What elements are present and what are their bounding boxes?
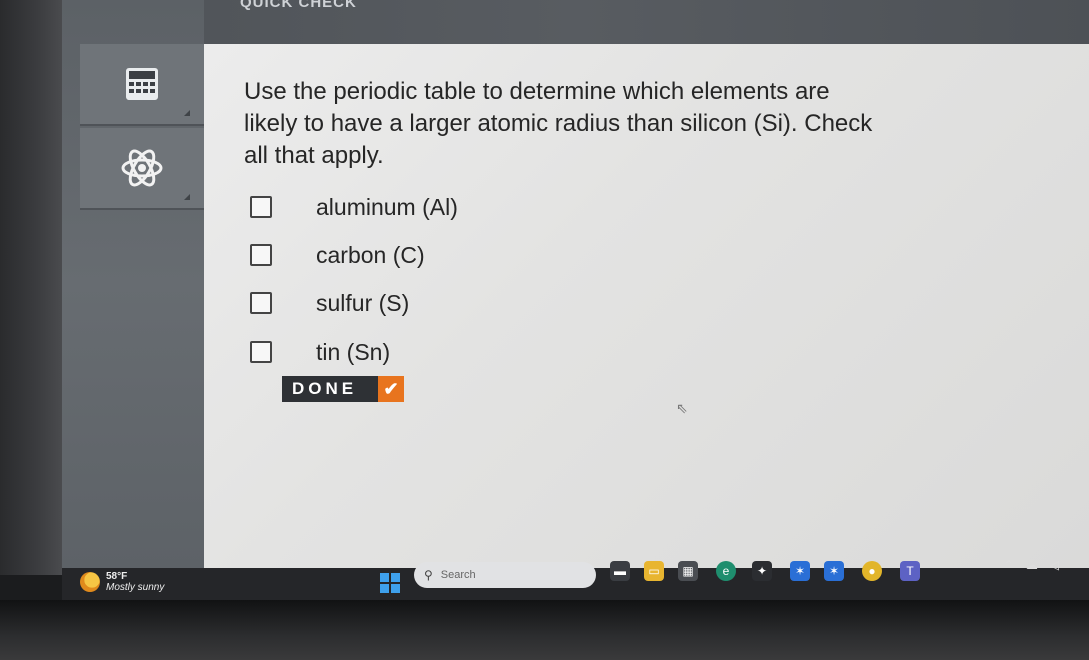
mouse-cursor-icon: ⇖ <box>676 400 688 416</box>
calendar-icon[interactable]: ▦ <box>678 561 698 581</box>
option-sulfur[interactable]: sulfur (S) <box>250 288 409 318</box>
app-icon[interactable]: ✦ <box>752 561 772 581</box>
edge-browser-icon[interactable]: e <box>716 561 736 581</box>
monitor-bezel <box>0 0 62 575</box>
option-aluminum[interactable]: aluminum (Al) <box>250 192 458 222</box>
calculator-button[interactable] <box>80 44 204 126</box>
option-label: tin (Sn) <box>316 338 391 365</box>
weather-widget[interactable]: 58°F Mostly sunny <box>80 571 164 593</box>
tool-sidebar <box>62 0 204 568</box>
option-tin[interactable]: tin (Sn) <box>250 337 390 367</box>
chevron-up-icon[interactable]: ⌃ <box>1004 558 1014 572</box>
page-title: QUICK CHECK <box>240 0 357 11</box>
taskbar-search[interactable]: ⚲ Search <box>414 562 596 588</box>
search-placeholder: Search <box>440 569 476 581</box>
sun-icon <box>80 572 100 592</box>
checkbox[interactable] <box>250 292 272 314</box>
app-window: ♪ ♪ QUICK CHECK <box>62 0 1089 568</box>
weather-condition: Mostly sunny <box>106 582 165 593</box>
done-label: DONE <box>292 379 358 398</box>
search-icon: ⚲ <box>424 568 433 582</box>
checkbox[interactable] <box>250 244 272 266</box>
desk-surface <box>0 600 1089 660</box>
question-panel: Use the periodic table to determine whic… <box>204 44 1089 568</box>
header-bar: ♪ ♪ QUICK CHECK <box>62 0 1089 44</box>
file-explorer-icon[interactable]: ▭ <box>644 561 664 581</box>
option-label: sulfur (S) <box>316 289 410 316</box>
pinned-app-icon[interactable]: ✶ <box>790 561 810 581</box>
checkbox[interactable] <box>250 341 272 363</box>
checkmark-icon: ✔ <box>378 376 404 402</box>
checkbox[interactable] <box>250 196 272 218</box>
atom-icon <box>121 149 163 187</box>
periodic-table-button[interactable] <box>80 128 204 210</box>
chrome-icon[interactable]: ● <box>862 561 882 581</box>
option-carbon[interactable]: carbon (C) <box>250 240 425 270</box>
speaker-icon[interactable]: ◁ <box>1050 558 1059 572</box>
start-button[interactable] <box>380 573 400 593</box>
taskbar: 58°F Mostly sunny ⚲ Search ▬ ▭ ▦ e ✦ ✶ ✶… <box>62 558 1089 600</box>
option-label: carbon (C) <box>316 241 425 268</box>
pinned-app-icon[interactable]: ✶ <box>824 561 844 581</box>
done-button[interactable]: DONE ✔ <box>282 376 404 402</box>
teams-icon[interactable]: T <box>900 561 920 581</box>
calculator-icon <box>126 68 158 100</box>
weather-temp: 58°F <box>106 571 128 582</box>
question-prompt: Use the periodic table to determine whic… <box>244 78 873 169</box>
task-view-icon[interactable]: ▬ <box>610 561 630 581</box>
system-tray: ⌃ ☁ ◁ <box>1004 558 1059 572</box>
cloud-icon[interactable]: ☁ <box>1026 558 1038 572</box>
option-label: aluminum (Al) <box>316 193 458 220</box>
